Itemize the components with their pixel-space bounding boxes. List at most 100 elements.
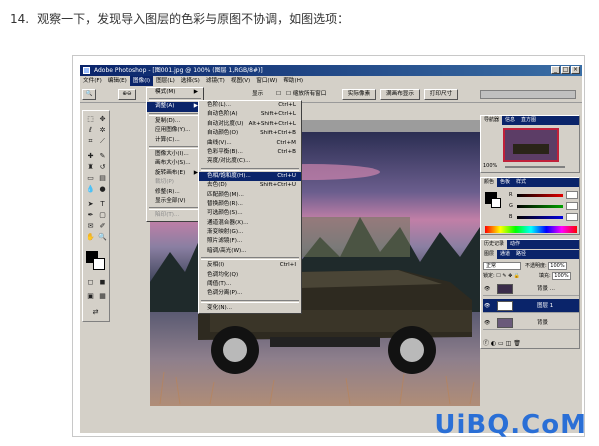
maximize-button[interactable]: □ [561, 66, 570, 74]
hand-tool-icon[interactable]: ✋ [85, 232, 96, 242]
tab-layers_tabs_top-1[interactable]: 动作 [507, 240, 523, 249]
channel-slider[interactable] [517, 216, 563, 219]
dodge-tool-icon[interactable]: ● [97, 184, 108, 194]
channel-value-field[interactable] [566, 191, 578, 199]
adjust_menu-item-14[interactable]: 渐变映射(G)... [199, 228, 301, 237]
adjust_menu-item-19[interactable]: 色调均化(Q) [199, 271, 301, 280]
brush-tool-icon[interactable]: ✎ [97, 151, 108, 161]
fullscreen-mode-icon[interactable]: ▦ [97, 291, 108, 301]
palette-well[interactable] [480, 90, 576, 99]
imageready-jump-icon[interactable]: ⇄ [90, 307, 101, 317]
menu-1[interactable]: 编辑(E) [105, 76, 130, 86]
image_menu-item-0[interactable]: 模式(M) ▶ [147, 88, 203, 97]
layer-row[interactable]: 👁 图层 1 [483, 299, 579, 313]
adjust_menu-item-5[interactable]: 色彩平衡(B)... Ctrl+B [199, 148, 301, 157]
slice-tool-icon[interactable]: ⟋ [97, 136, 108, 146]
healing-brush-icon[interactable]: ✚ [85, 151, 96, 161]
zoom-tool-icon[interactable]: 🔍 [97, 232, 108, 242]
visibility-eye-icon[interactable]: 👁 [484, 316, 490, 330]
layer-row[interactable]: 👁 背景 [483, 316, 579, 330]
notes-tool-icon[interactable]: ✉ [85, 221, 96, 231]
menu-4[interactable]: 选择(S) [178, 76, 203, 86]
fill-value[interactable]: 100% [552, 272, 571, 280]
visibility-eye-icon[interactable]: 👁 [484, 282, 490, 296]
adjust_menu-item-20[interactable]: 阈值(T)... [199, 280, 301, 289]
history-brush-icon[interactable]: ↺ [97, 162, 108, 172]
menu-2[interactable]: 图像(I) [129, 76, 154, 86]
tab-layers_tabs-0[interactable]: 图层 [481, 250, 498, 259]
adjust_menu-item-4[interactable]: 曲线(V)... Ctrl+M [199, 139, 301, 148]
image_menu-item-8[interactable]: 图像大小(I)... [147, 150, 203, 159]
adjust_menu-item-18[interactable]: 反相(I) Ctrl+I [199, 261, 301, 270]
type-tool-icon[interactable]: T [97, 199, 108, 209]
adjust_menu-item-1[interactable]: 自动色阶(A) Shift+Ctrl+L [199, 110, 301, 119]
clone-stamp-icon[interactable]: ♜ [85, 162, 96, 172]
print-size-button[interactable]: 打印尺寸 [424, 89, 458, 100]
image_menu-item-4[interactable]: 复制(D)... [147, 117, 203, 126]
image_menu-item-10[interactable]: 旋转画布(E) ▶ [147, 169, 203, 178]
tab-color_tabs-1[interactable]: 色板 [497, 178, 513, 187]
opacity-value[interactable]: 100% [548, 262, 567, 270]
adjust_menu-item-9[interactable]: 去色(D) Shift+Ctrl+U [199, 181, 301, 190]
zoom-in-out-buttons[interactable]: ⊕⊖ [118, 89, 136, 100]
background-color-swatch[interactable] [93, 258, 105, 270]
adjust_menu-item-8[interactable]: 色相/饱和度(H)... Ctrl+U [199, 171, 301, 182]
menu-0[interactable]: 文件(F) [80, 76, 105, 86]
path-selection-icon[interactable]: ➤ [85, 199, 96, 209]
move-tool-icon[interactable]: ✥ [97, 114, 108, 124]
tab-navigator_tabs-2[interactable]: 直方图 [518, 116, 539, 125]
adjust_menu-item-13[interactable]: 通道混合器(X)... [199, 219, 301, 228]
adjust_menu-item-10[interactable]: 匹配颜色(M)... [199, 191, 301, 200]
minimize-button[interactable]: _ [551, 66, 560, 74]
image_menu-item-5[interactable]: 应用图像(Y)... [147, 126, 203, 135]
image_menu-item-2[interactable]: 调整(A) ▶ [147, 102, 203, 112]
image_menu-item-12[interactable]: 修整(R)... [147, 188, 203, 197]
layer-row[interactable]: 👁 背景 ... [483, 282, 579, 296]
visibility-eye-icon[interactable]: 👁 [484, 299, 490, 313]
tab-navigator_tabs-0[interactable]: 导航器 [481, 116, 503, 125]
shape-tool-icon[interactable]: ▢ [97, 210, 108, 220]
standard-mode-icon[interactable]: ◻ [85, 277, 96, 287]
blend-mode-select[interactable]: 正常 [483, 262, 521, 270]
zoom-tool-preset-button[interactable]: 🔍 [82, 89, 96, 100]
navigator-zoom-value[interactable]: 100% [483, 163, 497, 169]
adjust_menu-item-21[interactable]: 色调分离(P)... [199, 289, 301, 298]
image_menu-item-13[interactable]: 显示全部(V) [147, 197, 203, 206]
menu-5[interactable]: 滤镜(T) [203, 76, 228, 86]
adjust_menu-item-12[interactable]: 可选颜色(S)... [199, 209, 301, 218]
actual-pixels-button[interactable]: 实际像素 [342, 89, 376, 100]
fit-on-screen-button[interactable]: 满画布显示 [380, 89, 420, 100]
zoom-all-windows-checkbox[interactable]: ☐ 缩放所有窗口 [286, 89, 326, 100]
channel-value-field[interactable] [566, 202, 578, 210]
tab-color_tabs-2[interactable]: 样式 [513, 178, 529, 187]
pen-tool-icon[interactable]: ✒ [85, 210, 96, 220]
lasso-tool-icon[interactable]: ℓ [85, 125, 96, 135]
menu-6[interactable]: 视图(V) [228, 76, 253, 86]
adjust_menu-item-3[interactable]: 自动颜色(O) Shift+Ctrl+B [199, 129, 301, 138]
adjust_menu-item-23[interactable]: 变化(N)... [199, 304, 301, 313]
adjust_menu-item-0[interactable]: 色阶(L)... Ctrl+L [199, 101, 301, 110]
menu-7[interactable]: 窗口(W) [253, 76, 280, 86]
quick-mask-icon[interactable]: ◼ [97, 277, 108, 287]
navigator-thumbnail[interactable] [503, 128, 559, 162]
tab-layers_tabs_top-0[interactable]: 历史记录 [481, 240, 508, 249]
tab-color_tabs-0[interactable]: 颜色 [481, 178, 498, 187]
navigator-zoom-slider[interactable] [505, 166, 565, 168]
adjust_menu-item-11[interactable]: 替换颜色(R)... [199, 200, 301, 209]
adjust_menu-item-16[interactable]: 暗调/高光(W)... [199, 247, 301, 256]
eraser-tool-icon[interactable]: ▭ [85, 173, 96, 183]
marquee-tool-icon[interactable]: ⬚ [85, 114, 96, 124]
eyedropper-icon[interactable]: ✐ [97, 221, 108, 231]
tab-layers_tabs-2[interactable]: 路径 [513, 250, 529, 259]
blur-tool-icon[interactable]: 💧 [85, 184, 96, 194]
adjust_menu-item-6[interactable]: 亮度/对比度(C)... [199, 157, 301, 166]
channel-value-field[interactable] [566, 213, 578, 221]
screen-mode-icon[interactable]: ▣ [85, 291, 96, 301]
channel-slider[interactable] [517, 205, 563, 208]
lock-icons[interactable]: ☐ ✎ ✥ 🔒 [496, 273, 520, 279]
adjust_menu-item-2[interactable]: 自动对比度(U) Alt+Shift+Ctrl+L [199, 120, 301, 129]
crop-tool-icon[interactable]: ⌗ [85, 136, 96, 146]
tab-navigator_tabs-1[interactable]: 信息 [502, 116, 518, 125]
close-button[interactable]: × [571, 66, 580, 74]
layer-footer-icons[interactable]: ⓕ ◐ ▭ ◫ 🗑 [483, 338, 521, 347]
